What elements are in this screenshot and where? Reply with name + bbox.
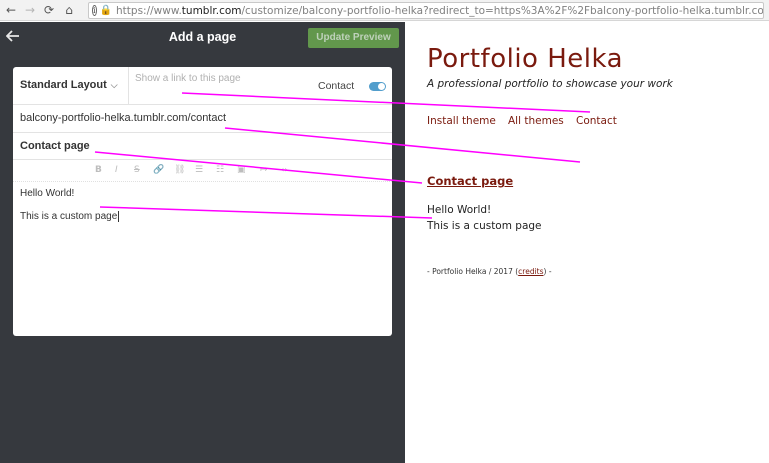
update-preview-button[interactable]: Update Preview	[308, 28, 399, 48]
panel-header: Add a page Update Preview	[0, 22, 405, 55]
html-icon[interactable]: ‹›	[281, 165, 287, 174]
lock-icon: 🔒	[99, 5, 113, 16]
info-icon[interactable]: i	[92, 5, 97, 16]
nav-link-all-themes[interactable]: All themes	[508, 115, 564, 127]
url-prefix: https://www.	[116, 4, 182, 17]
page-heading[interactable]: Contact page	[427, 174, 513, 188]
nav-link-install-theme[interactable]: Install theme	[427, 115, 496, 127]
link-label-value: Contact	[318, 80, 355, 92]
italic-icon[interactable]: I	[115, 165, 118, 175]
divider	[128, 67, 129, 105]
forward-arrow-icon[interactable]: →	[21, 1, 39, 19]
nav-link-contact[interactable]: Contact	[576, 115, 617, 127]
layout-row: Standard Layout ⌵ Show a link to this pag…	[13, 67, 392, 105]
blog-description: A professional portfolio to showcase you…	[427, 78, 673, 90]
page-body-line: This is a custom page	[427, 220, 542, 232]
back-arrow-icon[interactable]	[5, 28, 22, 48]
text-caret	[118, 211, 120, 222]
link-icon[interactable]: 🔗	[153, 165, 164, 175]
address-bar[interactable]: i 🔒 https://www. tumblr.com/customize/bal…	[88, 2, 764, 19]
image-icon[interactable]: ▣	[237, 165, 246, 175]
browser-toolbar: ← → ⟳ ⌂ i 🔒 https://www. tumblr.com/custo…	[0, 0, 769, 21]
editor-body[interactable]: Hello World! This is a custom page	[13, 182, 392, 336]
toggle-knob	[378, 83, 385, 90]
layout-select-label: Standard Layout	[20, 79, 107, 91]
url-path: /customize/balcony-portfolio-helka?redir…	[241, 4, 764, 17]
link-label-input[interactable]: Show a link to this page	[135, 73, 245, 85]
page-title-row: Contact page	[13, 133, 392, 160]
embed-icon[interactable]: ↦	[260, 165, 268, 175]
panel-title: Add a page	[168, 30, 237, 44]
editor-toolbar: B I S 🔗 ⛓ ☰ ☷ ▣ ↦ ‹›	[13, 160, 392, 182]
editor-line-text: This is a custom page	[20, 211, 118, 223]
footer-prefix: - Portfolio Helka / 2017 (	[427, 267, 519, 276]
page-url-input[interactable]: balcony-portfolio-helka.tumblr.com/conta…	[20, 112, 226, 124]
footer-suffix: ) -	[543, 267, 552, 276]
numbered-list-icon[interactable]: ☷	[216, 165, 224, 175]
back-arrow-icon[interactable]: ←	[2, 1, 20, 19]
page-body-line: Hello World!	[427, 204, 492, 216]
home-icon[interactable]: ⌂	[60, 1, 78, 19]
editor-line: Hello World!	[20, 188, 75, 199]
blog-preview: Portfolio Helka A professional portfolio…	[405, 22, 769, 463]
blog-title[interactable]: Portfolio Helka	[427, 44, 623, 74]
unlink-icon[interactable]: ⛓	[174, 165, 185, 175]
url-host: tumblr.com	[181, 4, 242, 17]
show-link-toggle[interactable]	[369, 82, 386, 91]
reload-icon[interactable]: ⟳	[40, 1, 58, 19]
editor-panel: Add a page Update Preview Standard Layou…	[0, 22, 405, 463]
footer: - Portfolio Helka / 2017 (credits) -	[427, 267, 552, 276]
editor-line: This is a custom page	[20, 211, 120, 223]
credits-link[interactable]: credits	[518, 267, 543, 276]
page-title-input[interactable]: Contact page	[20, 140, 90, 152]
strikethrough-icon[interactable]: S	[134, 165, 140, 175]
page-url-row: balcony-portfolio-helka.tumblr.com/conta…	[13, 105, 392, 133]
page-form: Standard Layout ⌵ Show a link to this pag…	[13, 67, 392, 336]
bold-icon[interactable]: B	[95, 165, 102, 175]
layout-select[interactable]: Standard Layout ⌵	[20, 79, 118, 91]
chevron-down-icon: ⌵	[110, 80, 118, 90]
bullet-list-icon[interactable]: ☰	[195, 165, 203, 175]
